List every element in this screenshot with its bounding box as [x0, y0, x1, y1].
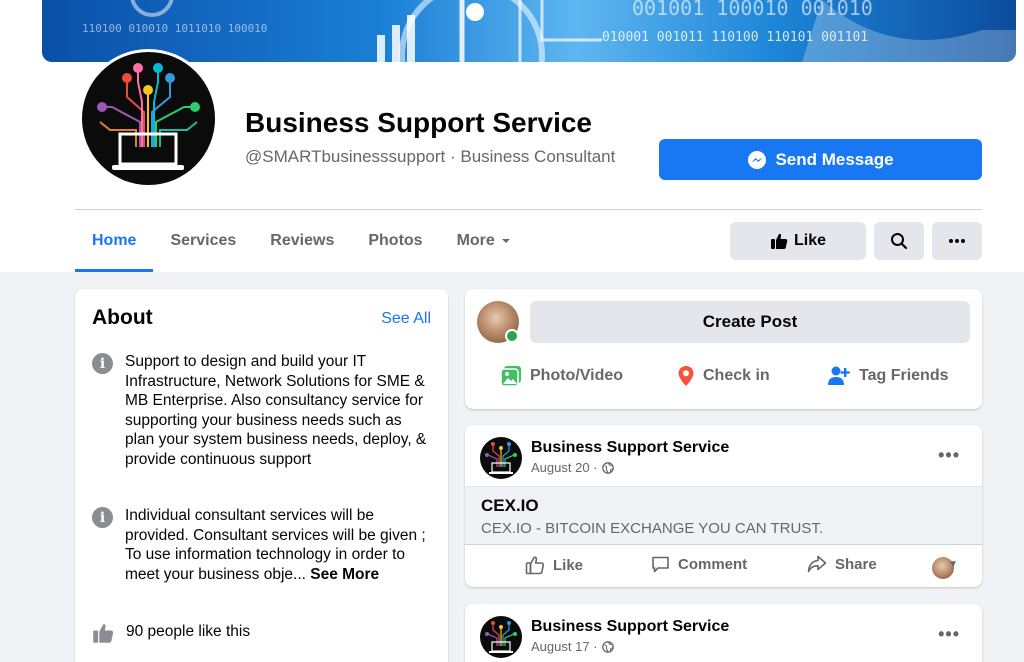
comment-icon	[652, 556, 669, 573]
feed-post: Business Support Service August 20 · •••…	[465, 425, 982, 587]
link-title: CEX.IO	[481, 496, 539, 515]
search-page-button[interactable]	[874, 222, 924, 260]
check-in-button[interactable]: Check in	[677, 361, 770, 391]
tab-home[interactable]: Home	[75, 210, 154, 272]
post-date: August 20 ·	[531, 460, 598, 475]
check-in-label: Check in	[703, 367, 770, 384]
share-icon	[807, 555, 827, 573]
circuit-laptop-logo	[97, 63, 200, 170]
post-options-button[interactable]: •••	[938, 624, 960, 645]
tab-photos[interactable]: Photos	[351, 210, 439, 272]
post-comment-button[interactable]: Comment	[651, 555, 747, 574]
tab-reviews[interactable]: Reviews	[253, 210, 351, 272]
link-preview[interactable]: CEX.IO CEX.IO - BITCOIN EXCHANGE YOU CAN…	[465, 486, 982, 545]
post-options-button[interactable]: •••	[938, 445, 960, 466]
tab-label: Photos	[368, 232, 423, 249]
thumbs-up-outline-icon	[525, 556, 545, 575]
circuit-laptop-logo	[485, 442, 517, 474]
page-header: 110100 010010 1011010 100010 010001 0010…	[0, 0, 1024, 272]
online-status-dot	[505, 329, 519, 343]
tab-label: More	[456, 232, 495, 249]
tab-label: Reviews	[270, 232, 335, 249]
photo-video-button[interactable]: Photo/Video	[500, 361, 623, 391]
tab-label: Home	[92, 232, 137, 249]
page-tabs: Home Services Reviews Photos More	[75, 210, 528, 272]
tab-services[interactable]: Services	[153, 210, 253, 272]
caret-down-icon	[501, 239, 510, 243]
photo-icon	[500, 366, 521, 387]
see-more-link[interactable]: See More	[310, 566, 379, 583]
see-all-link[interactable]: See All	[381, 310, 431, 328]
post-author-avatar[interactable]	[480, 437, 522, 479]
photo-video-label: Photo/Video	[530, 367, 624, 384]
page-profile-picture[interactable]	[79, 49, 218, 188]
create-post-button[interactable]: Create Post	[530, 301, 970, 343]
about-likes: 90 people like this	[92, 622, 432, 644]
link-description: CEX.IO - BITCOIN EXCHANGE YOU CAN TRUST.	[481, 520, 823, 537]
share-label: Share	[835, 555, 877, 573]
like-label: Like	[793, 232, 826, 249]
thumbs-up-icon	[770, 233, 788, 249]
send-message-label: Send Message	[775, 149, 894, 169]
caret-down-icon[interactable]: ▼	[948, 559, 958, 570]
messenger-icon	[748, 150, 767, 169]
tag-friends-button[interactable]: Tag Friends	[827, 361, 949, 391]
cover-binary-text: 010001 001011 110100 110101 001101	[602, 30, 869, 45]
feed-post: Business Support Service August 17 · •••	[465, 604, 982, 662]
info-icon: i	[92, 353, 113, 374]
about-description-text: Support to design and build your IT Infr…	[125, 353, 427, 468]
thumbs-up-icon	[93, 624, 114, 643]
circuit-laptop-logo	[485, 621, 517, 653]
create-post-card: Create Post Photo/Video Check in Tag Fri…	[465, 289, 982, 409]
post-author-avatar[interactable]	[480, 616, 522, 658]
about-individual-text: Individual consultant services will be p…	[125, 506, 432, 584]
post-date: August 17 ·	[531, 639, 598, 654]
like-page-button[interactable]: Like	[730, 222, 866, 260]
location-pin-icon	[678, 366, 694, 386]
post-author-name[interactable]: Business Support Service	[531, 439, 729, 457]
cover-binary-text: 001001 100010 001010	[632, 0, 873, 20]
about-individual: i Individual consultant services will be…	[92, 506, 432, 584]
search-icon	[891, 233, 908, 250]
more-options-button[interactable]	[932, 222, 982, 260]
post-like-button[interactable]: Like	[525, 555, 583, 575]
cover-photo[interactable]: 110100 010010 1011010 100010 010001 0010…	[42, 0, 1016, 62]
ellipsis-icon	[949, 239, 965, 243]
likes-count: 90 people like this	[126, 623, 251, 640]
tab-more[interactable]: More	[440, 210, 528, 272]
tag-friends-label: Tag Friends	[859, 367, 949, 384]
globe-icon	[601, 461, 614, 474]
post-timestamp[interactable]: August 20 ·	[531, 460, 614, 475]
tag-friends-icon	[828, 366, 850, 385]
about-heading: About	[92, 306, 153, 329]
page-handle-category: @SMARTbusinesssupport · Business Consult…	[245, 147, 616, 166]
post-share-button[interactable]: Share	[807, 555, 877, 573]
tab-label: Services	[170, 232, 237, 249]
like-label: Like	[553, 556, 584, 574]
individual-text: Individual consultant services will be p…	[125, 507, 426, 583]
post-timestamp[interactable]: August 17 ·	[531, 639, 614, 654]
comment-label: Comment	[678, 556, 748, 573]
about-description: i Support to design and build your IT In…	[92, 352, 432, 470]
cover-binary-text: 110100 010010 1011010 100010	[82, 22, 268, 35]
info-icon: i	[92, 507, 113, 528]
send-message-button[interactable]: Send Message	[659, 139, 982, 180]
globe-icon	[601, 640, 614, 653]
post-author-name[interactable]: Business Support Service	[531, 618, 729, 636]
about-card: About See All i Support to design and bu…	[75, 289, 448, 662]
page-title: Business Support Service	[245, 107, 593, 138]
